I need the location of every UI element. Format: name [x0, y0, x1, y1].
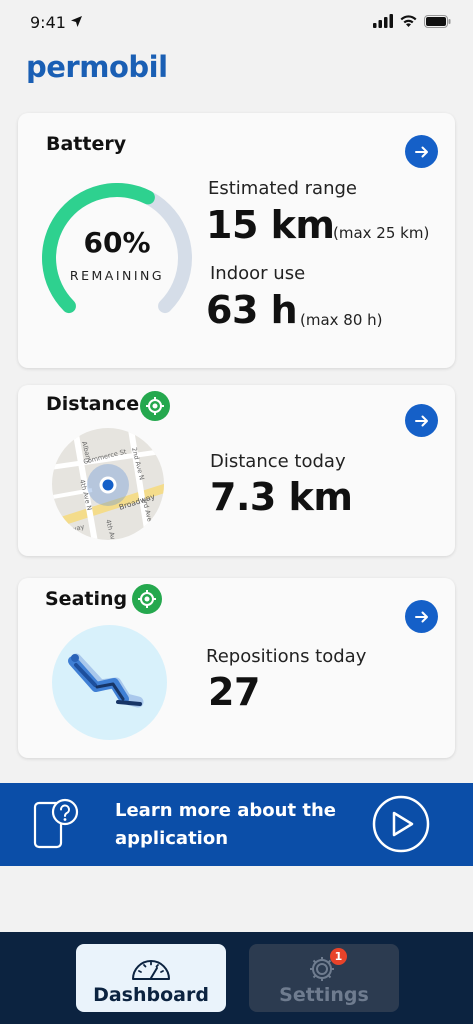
- tab-dashboard[interactable]: Dashboard: [76, 944, 226, 1012]
- speedometer-icon: [132, 960, 170, 980]
- battery-card[interactable]: Battery 60% REMAINING Estimated range 15…: [18, 113, 455, 368]
- settings-notification-badge: 1: [330, 948, 347, 965]
- tab-settings[interactable]: 1 Settings: [249, 944, 399, 1012]
- range-max: (max 25 km): [333, 224, 430, 242]
- distance-title: Distance: [46, 393, 140, 415]
- battery-title: Battery: [46, 133, 127, 155]
- battery-status-icon: [424, 14, 451, 28]
- reclined-seat-illustration: [52, 625, 167, 740]
- tab-settings-label: Settings: [279, 984, 369, 1006]
- seating-value: 27: [208, 670, 260, 714]
- play-button-icon[interactable]: [372, 795, 430, 853]
- learn-more-banner[interactable]: Learn more about the application: [0, 783, 473, 866]
- learn-more-text: Learn more about the application: [115, 800, 336, 849]
- phone-help-icon: [33, 798, 79, 849]
- distance-map: Albany Commerce St 2nd Ave N 4th Ave N 3…: [52, 428, 164, 540]
- indoor-max: (max 80 h): [300, 311, 383, 329]
- wifi-icon: [400, 15, 417, 27]
- arrow-right-icon: [414, 611, 428, 622]
- crosshair-icon: [138, 590, 156, 608]
- battery-remaining-label: REMAINING: [69, 268, 165, 283]
- battery-percent: 60%: [83, 226, 151, 259]
- tab-dashboard-label: Dashboard: [93, 984, 209, 1006]
- permobil-logo: permobil: [26, 50, 168, 84]
- seating-title: Seating: [45, 588, 128, 610]
- distance-details-button[interactable]: [405, 404, 438, 437]
- signal-icon: [373, 14, 393, 28]
- seating-details-button[interactable]: [405, 600, 438, 633]
- status-time: 9:41: [30, 13, 66, 32]
- seating-label: Repositions today: [206, 646, 367, 667]
- seating-card[interactable]: Seating Repositions today 27: [18, 578, 455, 758]
- status-bar: 9:41: [0, 0, 473, 46]
- battery-details-button[interactable]: [405, 135, 438, 168]
- seating-locate-badge: [132, 584, 162, 614]
- arrow-right-icon: [414, 415, 428, 426]
- bottom-tab-bar: Dashboard 1 Settings: [0, 932, 473, 1024]
- range-label: Estimated range: [208, 178, 357, 199]
- location-arrow-icon: [71, 16, 82, 27]
- indoor-label: Indoor use: [210, 263, 306, 284]
- distance-locate-badge: [140, 391, 170, 421]
- range-value: 15 km: [206, 203, 335, 247]
- distance-value: 7.3 km: [210, 475, 353, 519]
- distance-card[interactable]: Distance Albany Commerce St 2nd Ave N 4t…: [18, 385, 455, 556]
- crosshair-icon: [146, 397, 164, 415]
- indoor-value: 63 h: [206, 288, 298, 332]
- arrow-right-icon: [414, 146, 428, 157]
- distance-label: Distance today: [210, 451, 346, 472]
